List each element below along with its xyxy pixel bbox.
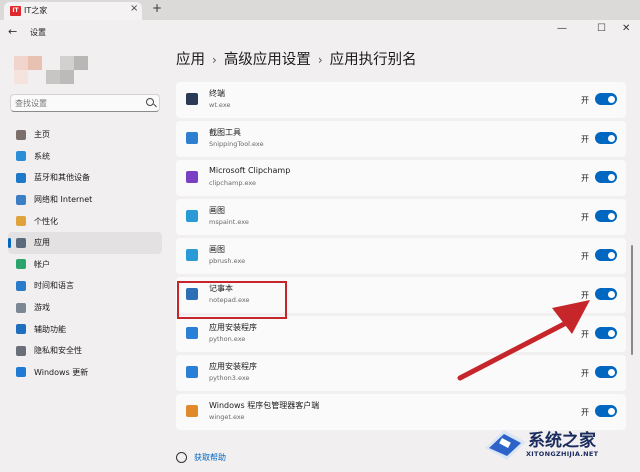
watermark-subtitle: XITONGZHIJIA.NET: [526, 450, 599, 458]
watermark: 系统之家 XITONGZHIJIA.NET: [478, 420, 638, 470]
watermark-logo-icon: [485, 430, 526, 460]
watermark-title: 系统之家: [528, 431, 596, 451]
annotation-arrow: [457, 300, 590, 381]
